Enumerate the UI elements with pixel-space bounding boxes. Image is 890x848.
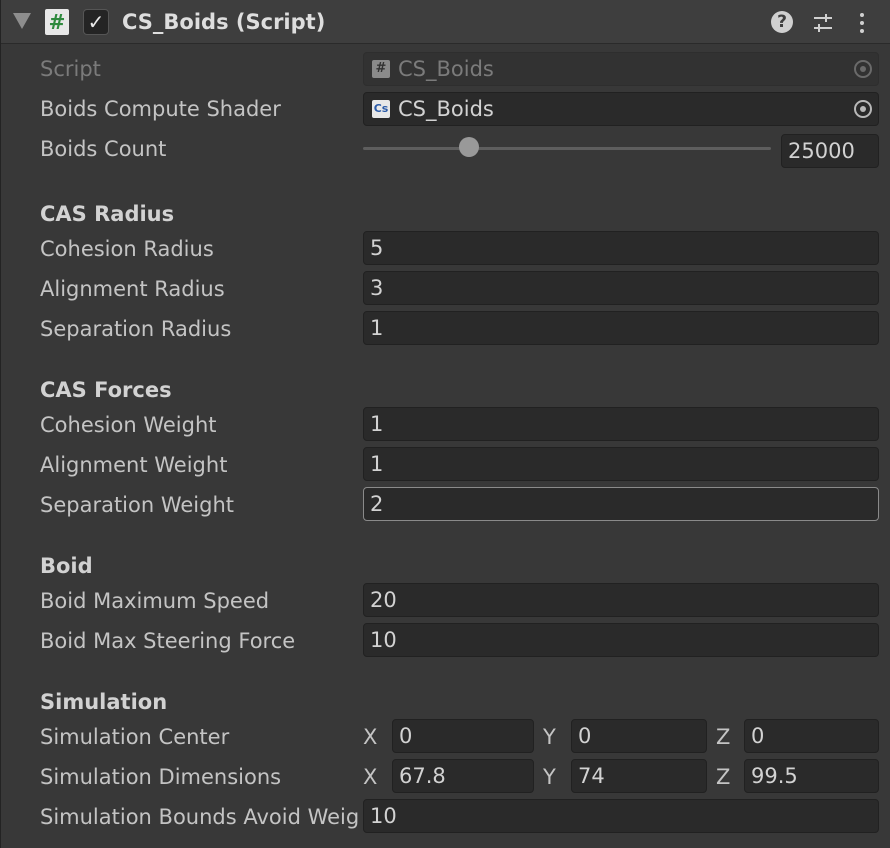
- cohesion-weight-input[interactable]: 1: [363, 407, 879, 441]
- simulation-dimensions-y-label[interactable]: Y: [543, 762, 556, 792]
- cohesion-radius-input[interactable]: 5: [363, 231, 879, 265]
- separation-weight-label: Separation Weight: [40, 493, 235, 517]
- simulation-dimensions-x-label[interactable]: X: [363, 762, 377, 792]
- component-title: CS_Boids (Script): [122, 10, 326, 34]
- alignment-radius-input[interactable]: 3: [363, 271, 879, 305]
- compute-shader-icon: Cs: [372, 100, 390, 118]
- simulation-dimensions-y-input[interactable]: 74: [571, 759, 707, 793]
- simulation-dimensions-z-label[interactable]: Z: [716, 762, 730, 792]
- compute-shader-label: Boids Compute Shader: [40, 97, 281, 121]
- component-enabled-checkbox[interactable]: ✓: [83, 9, 109, 35]
- component-header[interactable]: # ✓ CS_Boids (Script) ?: [1, 0, 890, 44]
- boids-count-slider-track[interactable]: [363, 147, 771, 150]
- presets-icon[interactable]: [810, 10, 836, 36]
- simulation-bounds-avoid-label: Simulation Bounds Avoid Weight: [40, 805, 360, 829]
- boids-count-label: Boids Count: [40, 137, 167, 161]
- separation-radius-label: Separation Radius: [40, 317, 232, 341]
- simulation-dimensions-label: Simulation Dimensions: [40, 765, 282, 789]
- boids-count-input[interactable]: 25000: [781, 134, 879, 168]
- simulation-center-x-input[interactable]: 0: [392, 719, 534, 753]
- simulation-center-y-label[interactable]: Y: [543, 722, 556, 752]
- section-heading-simulation: Simulation: [40, 690, 168, 714]
- boid-max-steering-input[interactable]: 10: [363, 623, 879, 657]
- boid-max-steering-label: Boid Max Steering Force: [40, 629, 296, 653]
- object-picker-icon: [854, 60, 872, 78]
- boid-max-speed-label: Boid Maximum Speed: [40, 589, 270, 613]
- alignment-weight-input[interactable]: 1: [363, 447, 879, 481]
- simulation-dimensions-z-input[interactable]: 99.5: [744, 759, 879, 793]
- csharp-script-icon: #: [45, 9, 69, 35]
- help-icon[interactable]: ?: [771, 11, 793, 33]
- script-object-field: # CS_Boids: [363, 52, 879, 86]
- section-heading-cas-forces: CAS Forces: [40, 378, 172, 402]
- simulation-dimensions-x-input[interactable]: 67.8: [392, 759, 534, 793]
- separation-weight-input[interactable]: 2: [363, 487, 879, 521]
- boid-max-speed-input[interactable]: 20: [363, 583, 879, 617]
- cohesion-radius-label: Cohesion Radius: [40, 237, 214, 261]
- script-label: Script: [40, 57, 101, 81]
- compute-shader-object-field[interactable]: Cs CS_Boids: [363, 92, 879, 126]
- section-heading-cas-radius: CAS Radius: [40, 202, 175, 226]
- simulation-center-z-label[interactable]: Z: [716, 722, 730, 752]
- compute-shader-field-value: CS_Boids: [398, 97, 494, 121]
- alignment-weight-label: Alignment Weight: [40, 453, 228, 477]
- simulation-center-label: Simulation Center: [40, 725, 230, 749]
- simulation-center-y-input[interactable]: 0: [571, 719, 707, 753]
- foldout-arrow-icon[interactable]: [13, 13, 31, 29]
- csharp-script-icon: #: [372, 60, 390, 78]
- alignment-radius-label: Alignment Radius: [40, 277, 225, 301]
- separation-radius-input[interactable]: 1: [363, 311, 879, 345]
- simulation-bounds-avoid-input[interactable]: 10: [363, 799, 879, 833]
- boids-count-slider-thumb[interactable]: [459, 137, 480, 157]
- cohesion-weight-label: Cohesion Weight: [40, 413, 217, 437]
- script-field-value: CS_Boids: [398, 57, 494, 81]
- section-heading-boid: Boid: [40, 554, 93, 578]
- simulation-center-z-input[interactable]: 0: [744, 719, 879, 753]
- object-picker-icon[interactable]: [854, 100, 872, 118]
- simulation-center-x-label[interactable]: X: [363, 722, 377, 752]
- inspector-panel: # ✓ CS_Boids (Script) ? Script # CS_Boid…: [0, 0, 890, 848]
- kebab-menu-icon[interactable]: [849, 10, 875, 36]
